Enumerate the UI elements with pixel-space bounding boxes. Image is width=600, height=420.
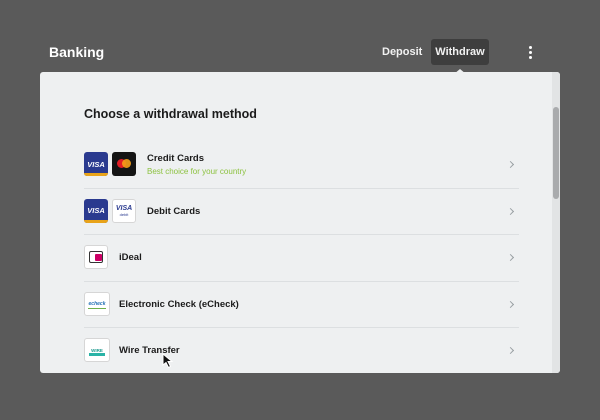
method-wire-transfer[interactable]: Wire Transfer [84, 328, 519, 373]
method-echeck[interactable]: Electronic Check (eCheck) [84, 282, 519, 328]
chevron-right-icon [506, 300, 515, 308]
visa-debit-logo [112, 198, 136, 223]
method-ideal[interactable]: iDeal [84, 235, 519, 282]
chevron-right-icon [506, 346, 515, 355]
method-text: iDeal [119, 235, 142, 281]
visa-logo [84, 198, 108, 223]
echeck-logo [84, 291, 110, 316]
method-text: Debit Cards [147, 189, 200, 235]
method-name: Electronic Check (eCheck) [119, 298, 239, 310]
method-text: Credit Cards Best choice for your countr… [147, 142, 246, 188]
top-bar: Banking Deposit Withdraw [0, 38, 600, 74]
method-logos [84, 338, 110, 362]
method-recommendation: Best choice for your country [147, 166, 247, 176]
mouse-pointer-icon [162, 353, 174, 369]
ideal-logo [84, 245, 108, 269]
method-logos [84, 291, 110, 316]
visa-logo [84, 152, 108, 176]
chevron-right-icon [506, 207, 515, 215]
method-credit-cards[interactable]: Credit Cards Best choice for your countr… [84, 142, 519, 189]
scrollbar-thumb[interactable] [553, 107, 559, 199]
mastercard-logo [112, 152, 136, 176]
scrollbar[interactable] [552, 72, 560, 373]
tab-withdraw[interactable]: Withdraw [431, 39, 489, 74]
wire-transfer-logo [84, 338, 110, 362]
chevron-right-icon [506, 253, 515, 262]
method-list: Credit Cards Best choice for your countr… [84, 142, 519, 373]
method-text: Electronic Check (eCheck) [119, 282, 239, 328]
section-heading: Choose a withdrawal method [84, 107, 257, 121]
method-logos [84, 198, 136, 223]
method-logos [84, 152, 136, 176]
tab-deposit[interactable]: Deposit [375, 39, 429, 65]
withdrawal-panel: Choose a withdrawal method Credit Cards … [40, 72, 560, 373]
method-logos [84, 245, 108, 269]
method-debit-cards[interactable]: Debit Cards [84, 189, 519, 235]
kebab-menu-icon[interactable] [526, 44, 536, 60]
method-name: iDeal [119, 252, 142, 263]
method-name: Debit Cards [147, 205, 201, 217]
method-name: Credit Cards [147, 152, 205, 164]
page-title: Banking [49, 44, 105, 60]
chevron-right-icon [506, 160, 515, 169]
